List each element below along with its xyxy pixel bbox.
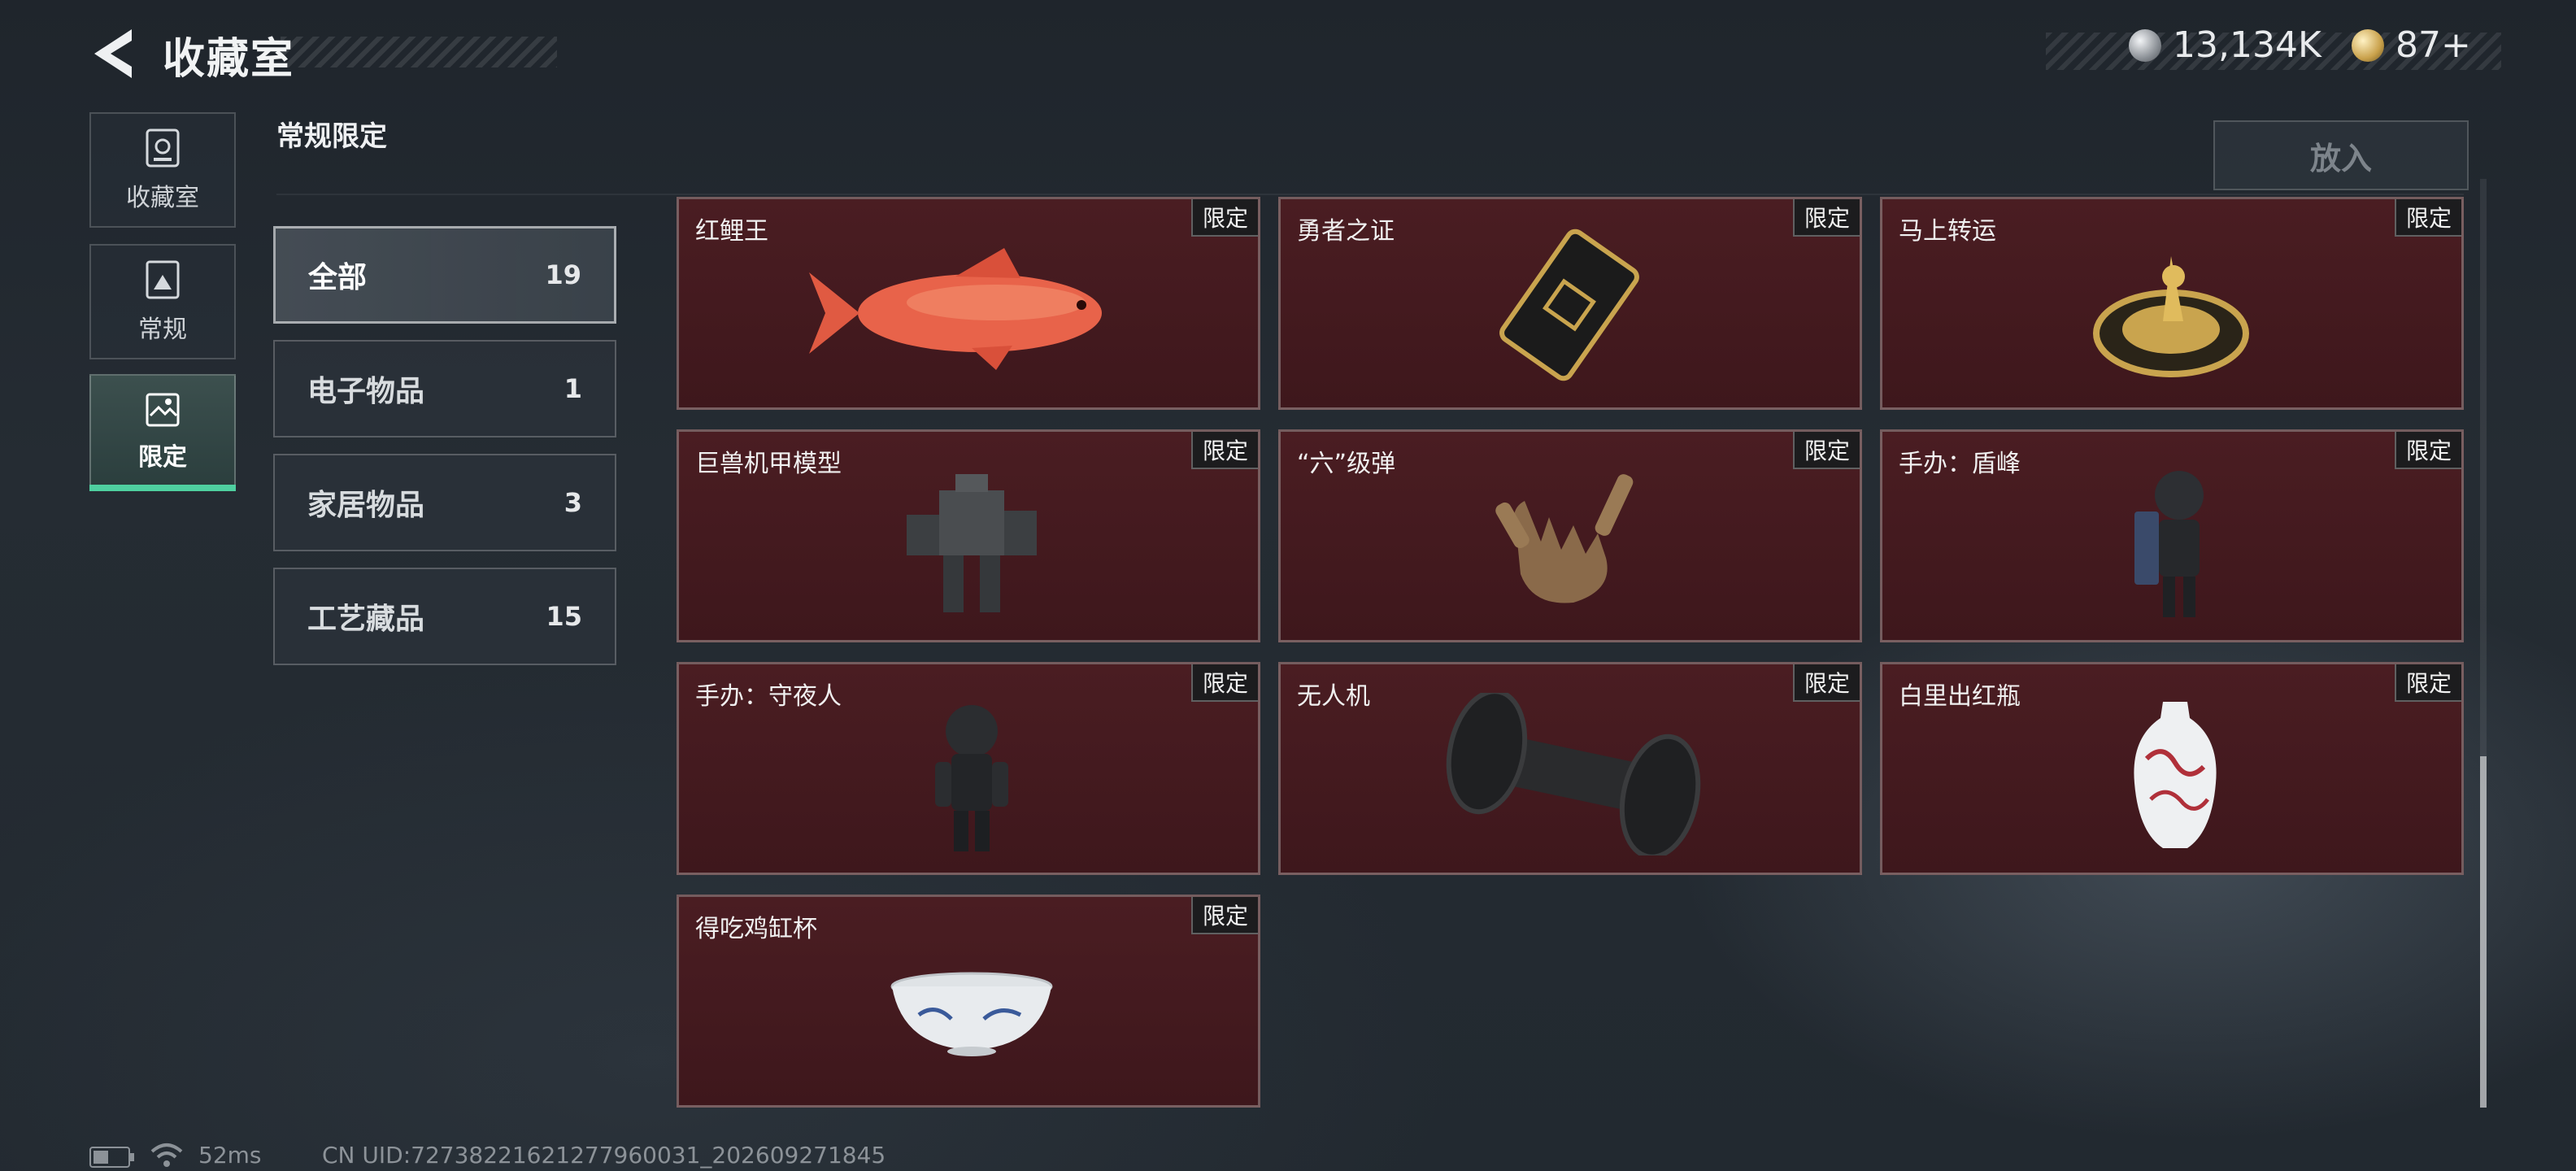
item-name: 白里出红瓶 <box>1899 682 2021 711</box>
mech-model-icon <box>907 474 1037 612</box>
item-name: 无人机 <box>1297 682 1370 711</box>
wifi-icon <box>150 1143 183 1167</box>
porcelain-cup-icon <box>890 972 1053 1056</box>
category-count: 3 <box>564 487 582 518</box>
red-carp-icon <box>809 248 1102 370</box>
category-name: 电子物品 <box>307 375 425 408</box>
limited-tag: 限定 <box>1793 432 1860 469</box>
drone-roller-icon <box>1446 693 1701 855</box>
section-title: 常规限定 <box>276 120 387 153</box>
item-card-porcelain-cup[interactable]: 得吃鸡缸杯 限定 <box>677 895 1260 1108</box>
regular-card-icon <box>146 260 180 299</box>
figure-nightwatch-icon <box>935 705 1008 851</box>
item-card-figure-shield[interactable]: 手办：盾峰 限定 <box>1880 429 2464 642</box>
hero-badge-card-icon <box>1499 229 1639 381</box>
gold-currency-value: 87+ <box>2395 24 2471 66</box>
limited-tag: 限定 <box>2395 432 2461 469</box>
item-name: 勇者之证 <box>1297 217 1395 246</box>
limited-tag: 限定 <box>2395 199 2461 237</box>
limited-tag: 限定 <box>2395 664 2461 702</box>
category-all[interactable]: 全部 19 <box>273 226 616 324</box>
nav-item-limited[interactable]: 限定 <box>89 374 236 490</box>
item-name: 红鲤王 <box>695 217 768 246</box>
category-name: 工艺藏品 <box>307 603 425 636</box>
title-decoration <box>281 37 557 67</box>
item-card-drone[interactable]: 无人机 限定 <box>1278 662 1862 875</box>
item-name: 巨兽机甲模型 <box>695 450 842 478</box>
nav-active-indicator <box>89 485 236 491</box>
nav-label: 收藏室 <box>126 184 199 212</box>
limited-tag: 限定 <box>1191 432 1258 469</box>
nav-item-collection-room[interactable]: 收藏室 <box>89 112 236 228</box>
item-name: 马上转运 <box>1899 217 1996 246</box>
item-name: 手办：盾峰 <box>1899 450 2021 478</box>
category-count: 1 <box>564 373 582 404</box>
item-card-red-carp[interactable]: 红鲤王 限定 <box>677 197 1260 410</box>
item-card-figure-nightwatch[interactable]: 手办：守夜人 限定 <box>677 662 1260 875</box>
silver-currency-value: 13,134K <box>2173 24 2321 66</box>
silver-coin-icon <box>2129 28 2161 62</box>
limited-image-icon <box>146 393 180 427</box>
porcelain-vase-icon <box>2134 702 2217 848</box>
item-card-mech-model[interactable]: 巨兽机甲模型 限定 <box>677 429 1260 642</box>
gold-currency[interactable]: 87+ <box>2352 24 2471 66</box>
item-name: 得吃鸡缸杯 <box>695 915 817 943</box>
item-name: “六”级弹 <box>1297 450 1396 478</box>
collection-room-icon <box>146 128 180 168</box>
nav-label: 常规 <box>138 316 187 344</box>
category-count: 15 <box>546 601 582 632</box>
category-name: 全部 <box>308 261 368 294</box>
category-crafts[interactable]: 工艺藏品 15 <box>273 568 616 665</box>
gold-coin-icon <box>2352 28 2384 62</box>
golden-horse-disc-icon <box>2093 256 2249 377</box>
limited-tag: 限定 <box>1793 199 1860 237</box>
six-gesture-hand-icon <box>1495 474 1634 603</box>
figure-shield-icon <box>2134 471 2204 617</box>
back-arrow-icon[interactable] <box>89 26 138 81</box>
item-card-porcelain-vase[interactable]: 白里出红瓶 限定 <box>1880 662 2464 875</box>
ping-value: 52ms <box>198 1142 262 1169</box>
limited-tag: 限定 <box>1793 664 1860 702</box>
category-count: 19 <box>545 259 581 290</box>
battery-icon <box>89 1147 134 1168</box>
category-household[interactable]: 家居物品 3 <box>273 454 616 551</box>
silver-currency: 13,134K <box>2129 24 2321 66</box>
limited-tag: 限定 <box>1191 897 1258 934</box>
limited-tag: 限定 <box>1191 199 1258 237</box>
section-divider <box>276 194 2464 195</box>
page-title: 收藏室 <box>163 35 295 84</box>
uid-text: CN UID:7273822162127796003​1_20260927184… <box>322 1142 886 1169</box>
item-card-golden-horse[interactable]: 马上转运 限定 <box>1880 197 2464 410</box>
item-card-hero-badge[interactable]: 勇者之证 限定 <box>1278 197 1862 410</box>
nav-label: 限定 <box>138 443 187 472</box>
nav-item-regular[interactable]: 常规 <box>89 244 236 359</box>
limited-tag: 限定 <box>1191 664 1258 702</box>
item-name: 手办：守夜人 <box>695 682 842 711</box>
scrollbar-thumb[interactable] <box>2480 756 2487 1108</box>
category-name: 家居物品 <box>307 489 425 522</box>
put-in-button[interactable]: 放入 <box>2213 120 2469 190</box>
category-electronics[interactable]: 电子物品 1 <box>273 340 616 437</box>
item-card-six-grade-bullet[interactable]: “六”级弹 限定 <box>1278 429 1862 642</box>
